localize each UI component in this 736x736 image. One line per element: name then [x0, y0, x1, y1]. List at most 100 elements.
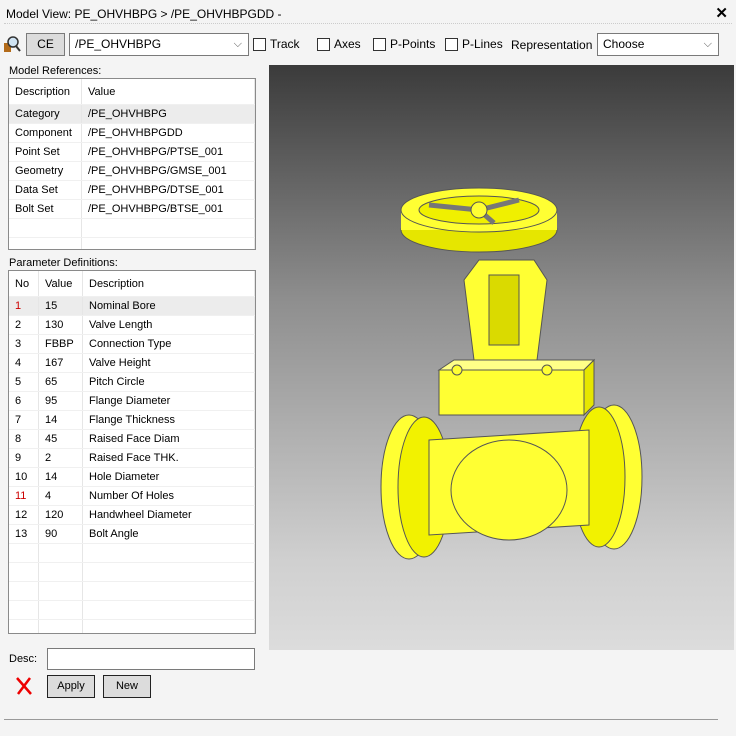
- axes-label: Axes: [334, 37, 361, 51]
- apply-button[interactable]: Apply: [47, 675, 95, 698]
- chevron-down-icon: ⌵: [233, 38, 242, 50]
- axes-checkbox[interactable]: Axes: [317, 37, 361, 51]
- table-row[interactable]: 12 120 Handwheel Diameter: [9, 506, 255, 525]
- cell-value: 2: [39, 449, 83, 467]
- cell-description: Valve Height: [83, 354, 255, 372]
- cell-value: 65: [39, 373, 83, 391]
- cell-no: 5: [9, 373, 39, 391]
- cell-description: Hole Diameter: [83, 468, 255, 486]
- ce-button[interactable]: CE: [26, 33, 65, 56]
- table-header: Description Value: [9, 79, 255, 105]
- table-header: No Value Description: [9, 271, 255, 297]
- cell-no: 1: [9, 297, 39, 315]
- cell-description: Flange Diameter: [83, 392, 255, 410]
- window-title: Model View: PE_OHVHBPG > /PE_OHVHBPGDD -: [6, 7, 282, 21]
- search-element-icon[interactable]: [3, 35, 21, 53]
- cell-description: Number Of Holes: [83, 487, 255, 505]
- model-references-table[interactable]: Description Value Category/PE_OHVHBPG Comp…: [8, 78, 256, 250]
- cell-no: 4: [9, 354, 39, 372]
- cell-value: /PE_OHVHBPG/BTSE_001: [82, 200, 255, 218]
- divider: [4, 719, 718, 720]
- empty-row: [9, 620, 255, 633]
- table-row[interactable]: Data Set/PE_OHVHBPG/DTSE_001: [9, 181, 255, 200]
- new-button[interactable]: New: [103, 675, 151, 698]
- cell-value: 14: [39, 411, 83, 429]
- representation-select[interactable]: Choose ⌵: [597, 33, 719, 56]
- table-row[interactable]: Point Set/PE_OHVHBPG/PTSE_001: [9, 143, 255, 162]
- cell-description: Bolt Set: [9, 200, 82, 218]
- cell-value: /PE_OHVHBPG: [82, 105, 255, 123]
- table-row[interactable]: 5 65 Pitch Circle: [9, 373, 255, 392]
- column-header[interactable]: Value: [39, 271, 83, 296]
- cell-value: /PE_OHVHBPGDD: [82, 124, 255, 142]
- cell-value: 167: [39, 354, 83, 372]
- model-viewport[interactable]: [269, 65, 734, 650]
- cell-no: 8: [9, 430, 39, 448]
- close-icon[interactable]: ✕: [715, 4, 728, 22]
- cell-value: /PE_OHVHBPG/PTSE_001: [82, 143, 255, 161]
- parameter-definitions-label: Parameter Definitions:: [9, 257, 118, 269]
- table-row[interactable]: 6 95 Flange Diameter: [9, 392, 255, 411]
- column-header[interactable]: Value: [82, 79, 255, 104]
- cell-description: Valve Length: [83, 316, 255, 334]
- column-header[interactable]: No: [9, 271, 39, 296]
- parameter-definitions-table[interactable]: No Value Description 1 15 Nominal Bore 2 130 Va…: [8, 270, 256, 634]
- cell-no: 10: [9, 468, 39, 486]
- table-row[interactable]: Category/PE_OHVHBPG: [9, 105, 255, 124]
- desc-label: Desc:: [9, 653, 38, 665]
- cell-description: Geometry: [9, 162, 82, 180]
- cell-description: Flange Thickness: [83, 411, 255, 429]
- element-select-value: /PE_OHVHBPG: [75, 37, 162, 51]
- table-row[interactable]: Bolt Set/PE_OHVHBPG/BTSE_001: [9, 200, 255, 219]
- table-row[interactable]: 7 14 Flange Thickness: [9, 411, 255, 430]
- cell-no: 11: [9, 487, 39, 505]
- track-label: Track: [270, 37, 300, 51]
- cell-description: Raised Face Diam: [83, 430, 255, 448]
- table-row[interactable]: 1 15 Nominal Bore: [9, 297, 255, 316]
- empty-row: [9, 563, 255, 582]
- ppoints-label: P-Points: [390, 37, 436, 51]
- cell-value: 14: [39, 468, 83, 486]
- cell-no: 2: [9, 316, 39, 334]
- cell-value: 95: [39, 392, 83, 410]
- table-row[interactable]: 13 90 Bolt Angle: [9, 525, 255, 544]
- empty-row: [9, 582, 255, 601]
- ppoints-checkbox[interactable]: P-Points: [373, 37, 435, 51]
- divider: [4, 23, 732, 24]
- table-row[interactable]: 8 45 Raised Face Diam: [9, 430, 255, 449]
- cell-value: 45: [39, 430, 83, 448]
- cell-description: Data Set: [9, 181, 82, 199]
- table-row[interactable]: 9 2 Raised Face THK.: [9, 449, 255, 468]
- cell-no: 7: [9, 411, 39, 429]
- cell-description: Raised Face THK.: [83, 449, 255, 467]
- cell-description: Nominal Bore: [83, 297, 255, 315]
- cell-value: 15: [39, 297, 83, 315]
- table-row[interactable]: 3 FBBP Connection Type: [9, 335, 255, 354]
- table-row[interactable]: 10 14 Hole Diameter: [9, 468, 255, 487]
- cell-value: 130: [39, 316, 83, 334]
- cell-description: Connection Type: [83, 335, 255, 353]
- table-row[interactable]: Component/PE_OHVHBPGDD: [9, 124, 255, 143]
- table-row[interactable]: 11 4 Number Of Holes: [9, 487, 255, 506]
- empty-row: [9, 601, 255, 620]
- valve-model: [380, 187, 643, 560]
- element-select[interactable]: /PE_OHVHBPG ⌵: [69, 33, 249, 56]
- column-header[interactable]: Description: [9, 79, 82, 104]
- delete-icon[interactable]: [15, 676, 33, 696]
- track-checkbox[interactable]: Track: [253, 37, 300, 51]
- cell-description: Handwheel Diameter: [83, 506, 255, 524]
- column-header[interactable]: Description: [83, 271, 255, 296]
- cell-value: 4: [39, 487, 83, 505]
- table-row[interactable]: Geometry/PE_OHVHBPG/GMSE_001: [9, 162, 255, 181]
- cell-description: Point Set: [9, 143, 82, 161]
- empty-row: [9, 238, 255, 249]
- table-row[interactable]: 4 167 Valve Height: [9, 354, 255, 373]
- cell-no: 9: [9, 449, 39, 467]
- model-references-label: Model References:: [9, 65, 102, 77]
- table-row[interactable]: 2 130 Valve Length: [9, 316, 255, 335]
- desc-input[interactable]: [47, 648, 255, 670]
- cell-value: /PE_OHVHBPG/DTSE_001: [82, 181, 255, 199]
- plines-checkbox[interactable]: P-Lines: [445, 37, 503, 51]
- cell-no: 3: [9, 335, 39, 353]
- cell-description: Bolt Angle: [83, 525, 255, 543]
